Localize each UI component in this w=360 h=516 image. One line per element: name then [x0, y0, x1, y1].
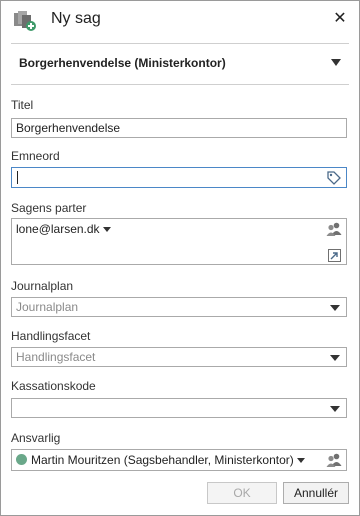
contacts-icon[interactable] — [326, 222, 342, 239]
text-caret — [17, 171, 18, 184]
cancel-button[interactable]: Annullér — [283, 482, 349, 504]
title-bar: Ny sag ✕ — [1, 1, 359, 39]
emneord-input[interactable] — [11, 167, 347, 188]
handlingsfacet-label: Handlingsfacet — [11, 329, 91, 343]
titel-label: Titel — [11, 98, 34, 112]
parter-label: Sagens parter — [11, 201, 87, 215]
party-chip[interactable]: lone@larsen.dk — [16, 222, 111, 236]
ansvarlig-field[interactable]: Martin Mouritzen (Sagsbehandler, Ministe… — [11, 449, 347, 471]
chevron-down-icon[interactable] — [331, 59, 341, 66]
close-icon[interactable]: ✕ — [331, 9, 349, 29]
chevron-down-icon — [296, 458, 305, 463]
presence-status-icon — [16, 454, 27, 465]
case-type-label: Borgerhenvendelse (Ministerkontor) — [19, 56, 226, 70]
kassationskode-dropdown[interactable] — [11, 398, 347, 418]
divider — [11, 84, 349, 85]
handlingsfacet-dropdown[interactable]: Handlingsfacet — [11, 347, 347, 367]
party-email: lone@larsen.dk — [16, 222, 100, 236]
chevron-down-icon — [330, 305, 340, 311]
ansvarlig-label: Ansvarlig — [11, 431, 61, 445]
emneord-label: Emneord — [11, 149, 60, 163]
ok-button[interactable]: OK — [207, 482, 277, 504]
chevron-down-icon — [330, 406, 340, 412]
handlingsfacet-placeholder: Handlingsfacet — [16, 350, 96, 364]
responsible-chip[interactable]: Martin Mouritzen (Sagsbehandler, Ministe… — [16, 453, 305, 467]
journalplan-label: Journalplan — [11, 279, 74, 293]
contacts-icon[interactable] — [326, 453, 342, 470]
parter-field[interactable]: lone@larsen.dk — [11, 218, 347, 265]
open-link-icon[interactable] — [328, 249, 341, 265]
case-folder-add-icon — [13, 10, 37, 32]
divider — [11, 43, 349, 44]
chevron-down-icon — [330, 355, 340, 361]
responsible-name: Martin Mouritzen (Sagsbehandler, Ministe… — [31, 453, 294, 467]
journalplan-dropdown[interactable]: Journalplan — [11, 297, 347, 317]
titel-value: Borgerhenvendelse — [16, 121, 121, 135]
dialog-title: Ny sag — [51, 10, 101, 27]
titel-input[interactable]: Borgerhenvendelse — [11, 118, 347, 138]
chevron-down-icon — [102, 227, 111, 232]
kassationskode-label: Kassationskode — [11, 379, 96, 393]
journalplan-placeholder: Journalplan — [16, 300, 79, 314]
tag-icon[interactable] — [326, 170, 342, 188]
new-case-dialog: Ny sag ✕ Borgerhenvendelse (Ministerkont… — [0, 0, 360, 516]
